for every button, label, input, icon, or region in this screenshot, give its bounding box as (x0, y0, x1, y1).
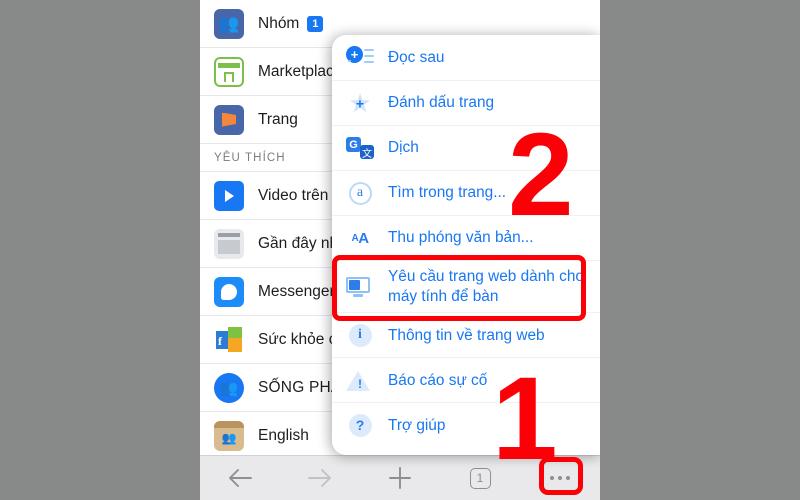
help-icon: ? (346, 411, 374, 439)
menu-item-label: Trợ giúp (388, 416, 446, 434)
plus-icon (389, 467, 411, 489)
recent-icon (214, 228, 244, 259)
menu-item-label: Báo cáo sự cố (388, 371, 488, 389)
watch-video-icon (214, 180, 244, 211)
menu-item-label: Thông tin về trang web (388, 326, 545, 344)
back-arrow-icon (229, 469, 252, 487)
marketplace-icon (214, 56, 244, 87)
sidebar-item-label: Nhóm (258, 14, 300, 32)
sidebar-item-label: Trang (258, 110, 298, 128)
translate-source-glyph: G (346, 137, 361, 152)
menu-item-help[interactable]: ? Trợ giúp (332, 402, 600, 447)
sidebar-item-label: SỐNG PHẢ (258, 378, 342, 396)
menu-item-label: Đọc sau (388, 48, 445, 66)
menu-item-label: Tìm trong trang... (388, 184, 507, 202)
tab-count-label: 1 (469, 467, 491, 489)
bookmark-star-icon: ★ + (348, 88, 372, 118)
new-tab-button[interactable] (360, 456, 440, 500)
desktop-site-icon (346, 276, 374, 297)
menu-item-desktop-site[interactable]: Yêu cầu trang web dành cho máy tính để b… (332, 260, 600, 312)
find-in-page-icon: a (346, 179, 374, 207)
read-later-icon: + (346, 44, 374, 72)
annotation-step-2: 2 (508, 109, 574, 241)
text-zoom-icon: AA (351, 229, 369, 247)
highlight-box-more-button (539, 457, 583, 495)
groups-icon: 👥 (214, 8, 244, 39)
browser-more-menu: + Đọc sau ★ + Đánh dấu trang G 文 Dịch a T… (332, 35, 600, 455)
sidebar-item-label: Messenger (258, 282, 335, 300)
menu-item-read-later[interactable]: + Đọc sau (332, 35, 600, 80)
back-button[interactable] (200, 456, 280, 500)
menu-item-report-problem[interactable]: ! Báo cáo sự cố (332, 357, 600, 402)
menu-item-label: Đánh dấu trang (388, 94, 495, 112)
menu-item-label: Yêu cầu trang web dành cho máy tính để b… (388, 268, 584, 305)
translate-icon: G 文 (346, 137, 374, 160)
annotation-step-1: 1 (492, 353, 558, 485)
menu-item-label: Dịch (388, 139, 419, 157)
sidebar-item-label: Marketplace (258, 62, 343, 80)
forward-arrow-icon (308, 469, 331, 487)
forward-button[interactable] (280, 456, 360, 500)
menu-item-site-info[interactable]: i Thông tin về trang web (332, 312, 600, 357)
live-icon: 👥 (214, 372, 244, 403)
translate-target-glyph: 文 (360, 145, 374, 160)
report-problem-icon: ! (346, 370, 374, 391)
messenger-icon (214, 276, 244, 307)
pages-icon (214, 104, 244, 135)
english-icon: 👥 (214, 420, 244, 451)
groups-badge: 1 (307, 15, 324, 32)
site-info-icon: i (346, 321, 374, 349)
health-icon: f (214, 324, 244, 355)
sidebar-item-label: English (258, 426, 309, 444)
